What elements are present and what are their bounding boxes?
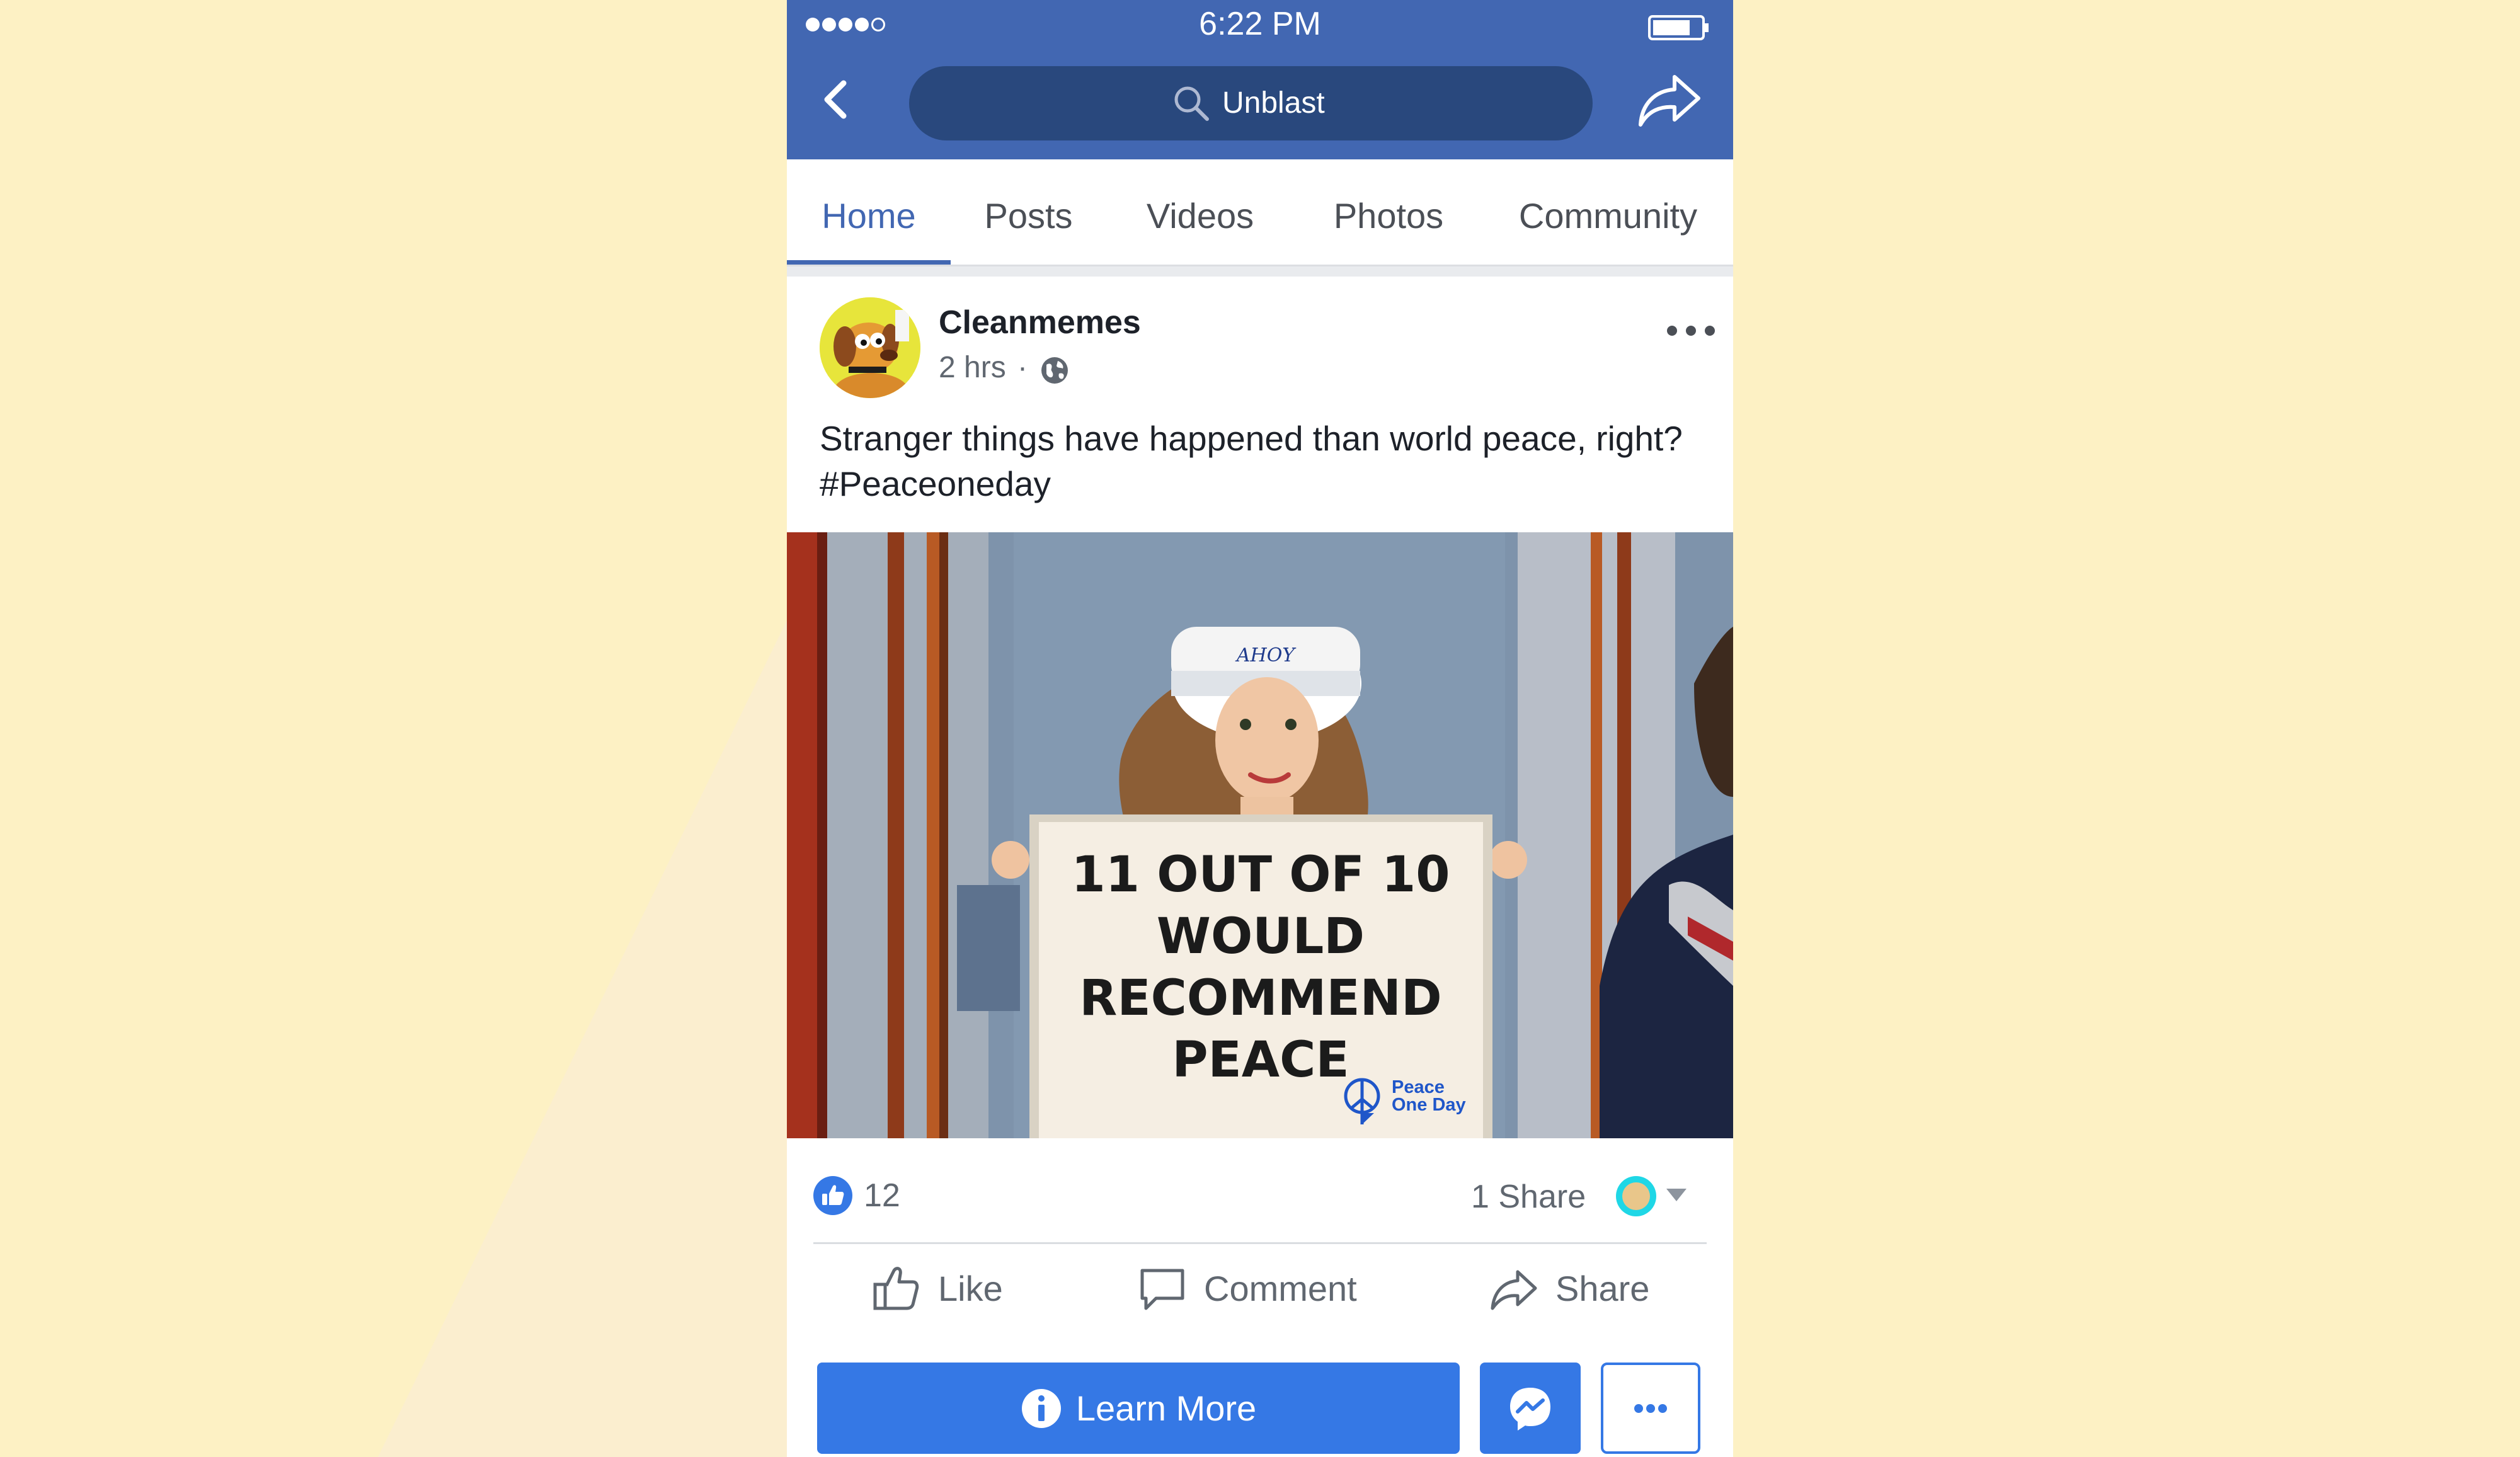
post-timestamp[interactable]: 2 hrs xyxy=(939,350,1006,385)
share-arrow-icon[interactable] xyxy=(1635,68,1705,131)
more-dots-icon[interactable] xyxy=(1663,315,1719,346)
sign-line-3: RECOMMEND xyxy=(1079,970,1441,1027)
share-count[interactable]: 1 Share xyxy=(1471,1177,1586,1216)
share-button[interactable]: Share xyxy=(1489,1244,1649,1332)
share-arrow-outline-icon xyxy=(1491,1270,1537,1310)
comment-bubble-icon xyxy=(1140,1269,1184,1310)
back-button[interactable] xyxy=(812,74,862,125)
reaction-stats: 12 1 Share xyxy=(787,1138,1733,1242)
post-text: Stranger things have happened than world… xyxy=(820,419,1683,503)
info-icon xyxy=(1021,1388,1061,1428)
status-bar: 6:22 PM xyxy=(787,0,1733,50)
thumbs-up-icon[interactable] xyxy=(813,1176,852,1215)
comment-button[interactable]: Comment xyxy=(1137,1244,1357,1332)
active-tab-indicator xyxy=(787,260,951,265)
like-count[interactable]: 12 xyxy=(864,1176,900,1215)
battery-icon xyxy=(1648,15,1709,40)
search-bar[interactable]: Unblast xyxy=(909,66,1593,140)
thumbs-up-outline-icon xyxy=(873,1267,919,1310)
post-actions: Like Comment Share xyxy=(787,1244,1733,1332)
search-text: Unblast xyxy=(1222,86,1325,120)
avatar[interactable] xyxy=(820,297,920,398)
tab-posts[interactable]: Posts xyxy=(951,159,1106,266)
messenger-icon xyxy=(1510,1388,1550,1431)
tab-home[interactable]: Home xyxy=(787,159,951,266)
messenger-button[interactable] xyxy=(1480,1363,1581,1454)
logo-line-2: One Day xyxy=(1392,1095,1466,1115)
globe-icon xyxy=(1041,357,1068,384)
learn-more-button[interactable]: Learn More xyxy=(817,1363,1460,1454)
page-name[interactable]: Cleanmemes xyxy=(939,304,1141,341)
post-image[interactable]: AHOY 11 OUT OF 10 WOULD RECOMMEND PEACE … xyxy=(787,532,1733,1138)
sign-line-1: 11 OUT OF 10 xyxy=(1072,847,1450,903)
search-icon xyxy=(1174,86,1209,121)
tab-photos[interactable]: Photos xyxy=(1294,159,1483,266)
section-divider xyxy=(787,266,1733,277)
app-header: 6:22 PM Unblast xyxy=(787,0,1733,159)
like-label: Like xyxy=(938,1268,1003,1308)
sign-line-2: WOULD xyxy=(1157,908,1365,965)
learn-more-label: Learn More xyxy=(1075,1388,1257,1428)
dog-logo-icon xyxy=(820,297,920,398)
tab-videos[interactable]: Videos xyxy=(1106,159,1294,266)
phone-screen: 6:22 PM Unblast Home Posts Videos Photos xyxy=(787,0,1733,1457)
caret-down-icon[interactable] xyxy=(1665,1187,1688,1203)
status-time: 6:22 PM xyxy=(1199,6,1321,42)
like-button[interactable]: Like xyxy=(871,1244,1003,1332)
sign-line-4: PEACE xyxy=(1172,1032,1349,1088)
share-label: Share xyxy=(1555,1268,1650,1308)
hat-text: AHOY xyxy=(1235,644,1297,666)
more-options-button[interactable] xyxy=(1601,1363,1700,1454)
more-dots-icon xyxy=(1634,1404,1667,1413)
comment-label: Comment xyxy=(1204,1268,1357,1308)
page-tabs: Home Posts Videos Photos Community xyxy=(787,159,1733,266)
tab-community[interactable]: Community xyxy=(1483,159,1733,266)
reactor-avatar[interactable] xyxy=(1616,1176,1656,1216)
meta-separator: · xyxy=(1017,351,1028,384)
